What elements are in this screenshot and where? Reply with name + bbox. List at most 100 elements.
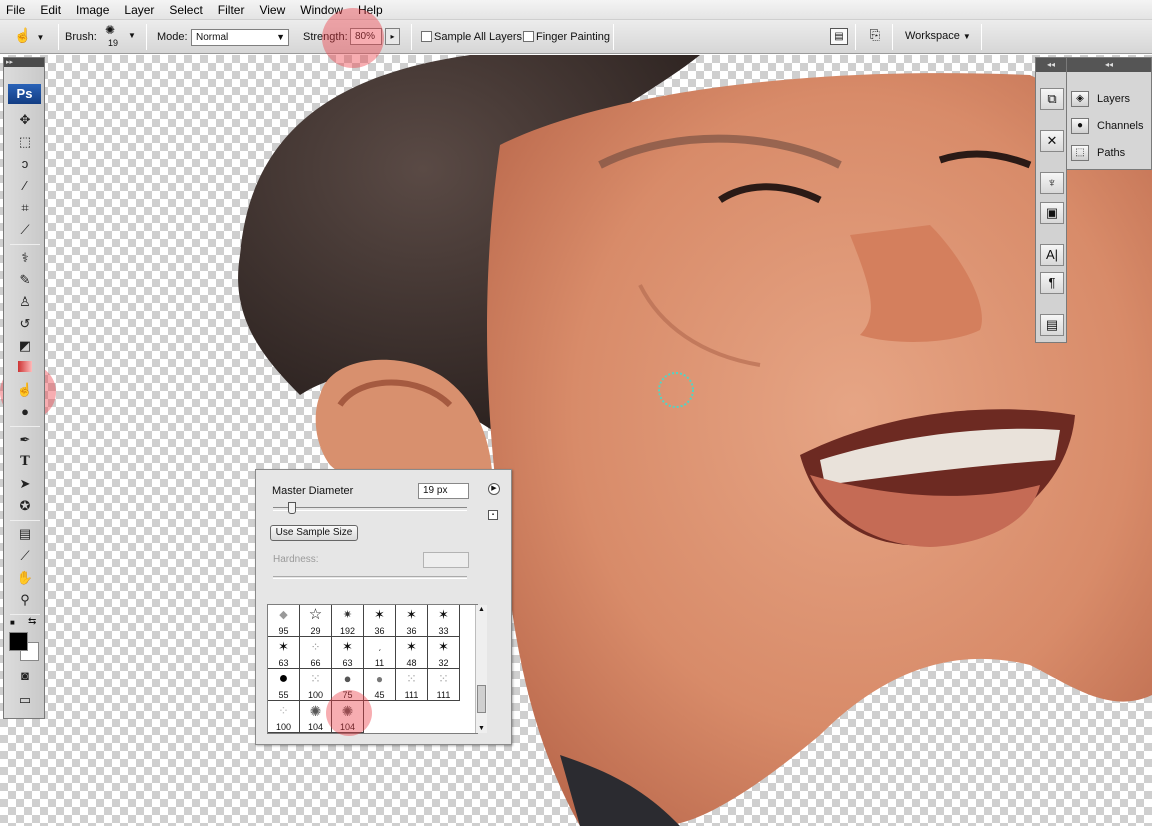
brush-preset-size: 33: [438, 626, 449, 636]
brush-preset-picker[interactable]: ✺ 19 ▼: [104, 23, 136, 51]
brush-preset-111[interactable]: ⁙ 111: [428, 669, 460, 701]
brush-tip-icon: ✶: [438, 639, 449, 654]
history-panel-icon[interactable]: ⧉: [1040, 88, 1064, 110]
clone-source-icon[interactable]: ♆: [1040, 172, 1064, 194]
dock-grip[interactable]: ◂◂: [1036, 58, 1066, 72]
screen-mode-icon[interactable]: ▭: [13, 690, 37, 710]
photoshop-logo: Ps: [8, 84, 41, 104]
brush-preset-100[interactable]: ⁙ 100: [300, 669, 332, 701]
brush-preset-111[interactable]: ⁙ 111: [396, 669, 428, 701]
path-select-icon[interactable]: ➤: [13, 474, 37, 494]
panel-tab-layers[interactable]: ◈ Layers: [1071, 88, 1151, 110]
brush-preset-size: 100: [275, 722, 292, 732]
brush-preset-36[interactable]: ✶ 36: [364, 605, 396, 637]
brush-tip-icon: ⁘: [278, 703, 289, 718]
layers-panel-group: ◂◂ ◈ Layers ● Channels ⬚ Paths: [1066, 57, 1152, 170]
quick-mask-icon[interactable]: ◙: [13, 666, 37, 686]
finger-painting-checkbox[interactable]: [523, 31, 534, 42]
brush-preset-100[interactable]: ⁘ 100: [268, 701, 300, 733]
panel-tab-paths[interactable]: ⬚ Paths: [1071, 142, 1151, 164]
dodge-tool-icon[interactable]: ●: [13, 402, 37, 422]
brush-preset-size: 36: [374, 626, 385, 636]
brush-tip-icon: ●: [278, 670, 289, 687]
eyedropper-icon[interactable]: ⟋: [13, 546, 37, 566]
brush-preset-66[interactable]: ⁘ 66: [300, 637, 332, 669]
default-colors-icon[interactable]: ■: [10, 618, 15, 627]
clone-stamp-icon[interactable]: ♙: [13, 292, 37, 312]
marquee-tool-icon[interactable]: ⬚: [13, 132, 37, 152]
brush-tool-icon[interactable]: ✎: [13, 270, 37, 290]
brush-grid-scrollbar[interactable]: ▲ ▼: [475, 605, 487, 733]
type-tool-icon[interactable]: T: [13, 452, 37, 472]
custom-shape-icon[interactable]: ✪: [13, 496, 37, 516]
slider-thumb[interactable]: [288, 502, 296, 514]
magic-wand-icon[interactable]: ⁄: [13, 176, 37, 196]
lasso-tool-icon[interactable]: ↄ: [13, 154, 37, 174]
brush-preset-192[interactable]: ✷ 192: [332, 605, 364, 637]
crop-tool-icon[interactable]: ⌗: [13, 198, 37, 218]
character-panel-icon[interactable]: A|: [1040, 244, 1064, 266]
notes-panel-icon[interactable]: ▤: [1040, 314, 1064, 336]
brush-tip-icon: ✶: [374, 607, 385, 622]
strength-slider-button[interactable]: ▸: [385, 28, 400, 45]
brush-preset-45[interactable]: ● 45: [364, 669, 396, 701]
mode-select[interactable]: Normal ▼: [191, 29, 289, 46]
pen-tool-icon[interactable]: ✒: [13, 430, 37, 450]
bridge-icon[interactable]: ⎘: [864, 27, 886, 46]
tool-preset-picker[interactable]: ☝ ▼: [14, 27, 50, 47]
scroll-down-icon[interactable]: ▼: [476, 725, 487, 732]
healing-brush-icon[interactable]: ⚕: [13, 248, 37, 268]
master-diameter-input[interactable]: 19 px: [418, 483, 469, 499]
palette-well-icon[interactable]: ▤: [830, 28, 848, 45]
history-brush-icon[interactable]: ↺: [13, 314, 37, 334]
brush-preset-33[interactable]: ✶ 33: [428, 605, 460, 637]
sample-all-layers-checkbox[interactable]: [421, 31, 432, 42]
brush-preset-55[interactable]: ● 55: [268, 669, 300, 701]
scroll-thumb[interactable]: [477, 685, 486, 713]
tools-panel-icon[interactable]: ✕: [1040, 130, 1064, 152]
menu-layer[interactable]: Layer: [124, 3, 154, 17]
toolbox-grip[interactable]: ▸▸: [4, 58, 44, 67]
menu-filter[interactable]: Filter: [218, 3, 245, 17]
paragraph-panel-icon[interactable]: ¶: [1040, 272, 1064, 294]
dock-grip[interactable]: ◂◂: [1067, 58, 1151, 72]
foreground-color-swatch[interactable]: [9, 632, 28, 651]
document-canvas[interactable]: [0, 55, 1152, 826]
workspace-menu[interactable]: Workspace ▼: [905, 30, 971, 42]
brush-preset-32[interactable]: ✶ 32: [428, 637, 460, 669]
picker-menu-button[interactable]: ▶: [488, 483, 500, 495]
brush-tip-icon: ●: [343, 671, 352, 686]
notes-icon[interactable]: ▤: [13, 524, 37, 544]
hand-tool-icon[interactable]: ✋: [13, 568, 37, 588]
brush-preset-29[interactable]: ☆ 29: [300, 605, 332, 637]
brush-preset-48[interactable]: ✶ 48: [396, 637, 428, 669]
use-sample-size-button[interactable]: Use Sample Size: [270, 525, 358, 541]
swap-colors-icon[interactable]: ⇆: [28, 616, 36, 627]
new-preset-icon[interactable]: ▪: [488, 510, 498, 520]
brush-preset-63[interactable]: ✶ 63: [268, 637, 300, 669]
menu-file[interactable]: File: [6, 3, 25, 17]
move-tool-icon[interactable]: ✥: [13, 110, 37, 130]
brush-tip-icon: ●: [375, 672, 384, 686]
brush-preset-11[interactable]: ˏ 11: [364, 637, 396, 669]
scroll-up-icon[interactable]: ▲: [476, 606, 487, 613]
brush-preset-36[interactable]: ✶ 36: [396, 605, 428, 637]
panel-tab-channels[interactable]: ● Channels: [1071, 115, 1151, 137]
paths-icon: ⬚: [1071, 145, 1089, 161]
blur-tool-icon[interactable]: ☝: [13, 380, 37, 400]
menu-image[interactable]: Image: [76, 3, 109, 17]
menu-edit[interactable]: Edit: [40, 3, 61, 17]
menu-view[interactable]: View: [259, 3, 285, 17]
brush-preset-95[interactable]: ◆ 95: [268, 605, 300, 637]
zoom-tool-icon[interactable]: ⚲: [13, 590, 37, 610]
tool-presets-icon[interactable]: ▣: [1040, 202, 1064, 224]
eyedropper-icon[interactable]: ⟋: [13, 220, 37, 240]
sample-all-layers-label: Sample All Layers: [434, 31, 523, 43]
master-diameter-slider[interactable]: [273, 502, 467, 514]
brush-preset-63[interactable]: ✶ 63: [332, 637, 364, 669]
menu-select[interactable]: Select: [169, 3, 202, 17]
brush-tip-icon: ✶: [406, 639, 417, 654]
gradient-icon[interactable]: [13, 358, 37, 378]
eraser-icon[interactable]: ◩: [13, 336, 37, 356]
brush-preset-size: 192: [339, 626, 356, 636]
